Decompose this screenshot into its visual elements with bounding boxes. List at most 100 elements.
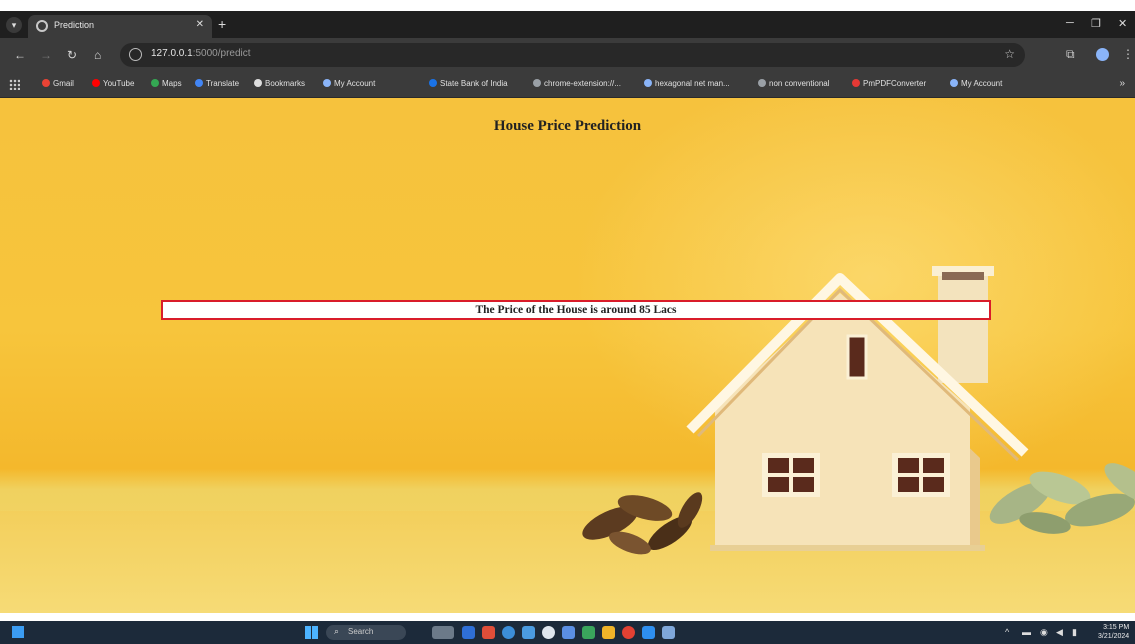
- folder-icon[interactable]: [602, 626, 615, 639]
- volume-icon[interactable]: ◀: [1056, 627, 1063, 638]
- browser-toolbar: ← → ↻ ⌂ 127.0.0.1:5000/predict ☆ ⧉ ⋮: [0, 38, 1135, 72]
- tab-title: Prediction: [54, 20, 95, 30]
- green-leaves: [989, 463, 1135, 534]
- chrome-icon[interactable]: [622, 626, 635, 639]
- gmail-icon: [42, 79, 50, 87]
- minimize-button[interactable]: ─: [1066, 17, 1074, 29]
- bookmark-maps[interactable]: Maps: [151, 79, 182, 88]
- app-icon[interactable]: [482, 626, 495, 639]
- bookmark-chrome-extension[interactable]: chrome-extension://...: [533, 79, 621, 88]
- bookmark-label: non conventional: [769, 79, 830, 88]
- top-strip: [0, 0, 1135, 11]
- home-icon[interactable]: ⌂: [94, 48, 101, 62]
- bookmark-gmail[interactable]: Gmail: [42, 79, 74, 88]
- widgets-icon[interactable]: [12, 626, 24, 638]
- vscode-icon[interactable]: [642, 626, 655, 639]
- close-window-button[interactable]: ✕: [1118, 17, 1127, 30]
- menu-kebab-icon[interactable]: ⋮: [1122, 47, 1134, 61]
- youtube-icon: [92, 79, 100, 87]
- bookmark-bookmarks[interactable]: Bookmarks: [254, 79, 305, 88]
- clock[interactable]: 3:15 PM 3/21/2024: [1098, 623, 1129, 641]
- bookmark-my-account[interactable]: My Account: [323, 79, 375, 88]
- bottom-strip: [0, 613, 1135, 621]
- right-window: [892, 453, 950, 497]
- back-arrow-icon[interactable]: ←: [14, 48, 26, 62]
- house-illustration: [582, 266, 1135, 555]
- maximize-button[interactable]: ❐: [1091, 17, 1101, 30]
- task-view-icon[interactable]: [432, 626, 454, 639]
- house-front-wall: [715, 293, 970, 548]
- tab-search-icon[interactable]: ▾: [6, 17, 22, 33]
- apps-grid-icon[interactable]: [9, 79, 20, 90]
- bookmarks-bar: Gmail YouTube Maps Translate Bookmarks M…: [0, 72, 1135, 98]
- bookmarks-overflow-icon[interactable]: »: [1119, 78, 1125, 89]
- maps-icon: [151, 79, 159, 87]
- globe-icon: [36, 20, 48, 32]
- reload-icon[interactable]: ↻: [67, 48, 77, 62]
- cortana-icon[interactable]: [542, 626, 555, 639]
- url-host: 127.0.0.1: [151, 48, 193, 59]
- store-icon[interactable]: [522, 626, 535, 639]
- new-tab-button[interactable]: +: [218, 16, 226, 32]
- bookmark-translate[interactable]: Translate: [195, 79, 239, 88]
- bookmark-star-icon[interactable]: ☆: [1004, 47, 1015, 61]
- bookmark-label: PmPDFConverter: [863, 79, 927, 88]
- bookmark-hexagonal[interactable]: hexagonal net man...: [644, 79, 730, 88]
- forward-arrow-icon[interactable]: →: [40, 48, 52, 62]
- bookmark-label: Translate: [206, 79, 240, 88]
- url-path: :5000/predict: [192, 48, 251, 59]
- search-icon: ⌕: [334, 626, 340, 636]
- page-content: House Price Prediction The Price of the …: [0, 98, 1135, 613]
- tab-close-icon[interactable]: ✕: [196, 19, 204, 30]
- tray-overflow-icon[interactable]: ^: [1005, 627, 1009, 637]
- site-info-icon[interactable]: [129, 48, 142, 61]
- bookmark-non-conventional[interactable]: non conventional: [758, 79, 830, 88]
- bookmark-label: Maps: [162, 79, 182, 88]
- bookmark-label: Bookmarks: [265, 79, 306, 88]
- teams-icon[interactable]: [562, 626, 575, 639]
- globe-icon: [758, 79, 766, 87]
- bookmark-my-account-2[interactable]: My Account: [950, 79, 1002, 88]
- prediction-result: The Price of the House is around 85 Lacs: [161, 300, 991, 320]
- clock-date: 3/21/2024: [1098, 633, 1130, 640]
- battery-icon[interactable]: ▮: [1072, 627, 1077, 638]
- account-icon: [950, 79, 958, 87]
- profile-avatar-icon[interactable]: [1096, 48, 1109, 61]
- bookmark-label: hexagonal net man...: [655, 79, 730, 88]
- bookmark-sbi[interactable]: State Bank of India: [429, 79, 508, 88]
- taskbar-search-label: Search: [348, 627, 374, 636]
- star-icon: [254, 79, 262, 87]
- tab-prediction[interactable]: Prediction ✕: [28, 15, 212, 38]
- bookmark-youtube[interactable]: YouTube: [92, 79, 134, 88]
- browser-tab-strip: ▾ Prediction ✕ + ─ ❐ ✕: [0, 11, 1135, 38]
- clock-time: 3:15 PM: [1103, 624, 1130, 631]
- globe-icon: [533, 79, 541, 87]
- bookmark-pdf-converter[interactable]: PmPDFConverter: [852, 79, 926, 88]
- screen: ▾ Prediction ✕ + ─ ❐ ✕ ← → ↻ ⌂ 127.0.0.1…: [0, 0, 1135, 644]
- account-icon: [323, 79, 331, 87]
- app-icon[interactable]: [582, 626, 595, 639]
- bookmark-label: My Account: [961, 79, 1003, 88]
- edge-icon[interactable]: [502, 626, 515, 639]
- bookmark-label: My Account: [334, 79, 376, 88]
- start-button[interactable]: [305, 626, 318, 639]
- taskbar-search[interactable]: ⌕ Search: [326, 625, 406, 640]
- address-bar[interactable]: 127.0.0.1:5000/predict ☆: [120, 43, 1025, 67]
- attic-window: [846, 334, 868, 380]
- bookmark-label: State Bank of India: [440, 79, 508, 88]
- chimney: [932, 266, 994, 383]
- globe-icon: [644, 79, 652, 87]
- network-icon[interactable]: ▬: [1022, 627, 1031, 637]
- extensions-icon[interactable]: ⧉: [1066, 47, 1075, 62]
- translate-icon: [195, 79, 203, 87]
- bookmark-label: YouTube: [103, 79, 135, 88]
- url-text: 127.0.0.1:5000/predict: [151, 48, 251, 59]
- house-base: [710, 545, 985, 551]
- page-title: House Price Prediction: [493, 118, 642, 134]
- bookmark-label: chrome-extension://...: [544, 79, 621, 88]
- app-icon[interactable]: [662, 626, 675, 639]
- bookmark-label: Gmail: [53, 79, 74, 88]
- file-explorer-icon[interactable]: [462, 626, 475, 639]
- wifi-icon[interactable]: ◉: [1040, 627, 1048, 638]
- pdf-icon: [852, 79, 860, 87]
